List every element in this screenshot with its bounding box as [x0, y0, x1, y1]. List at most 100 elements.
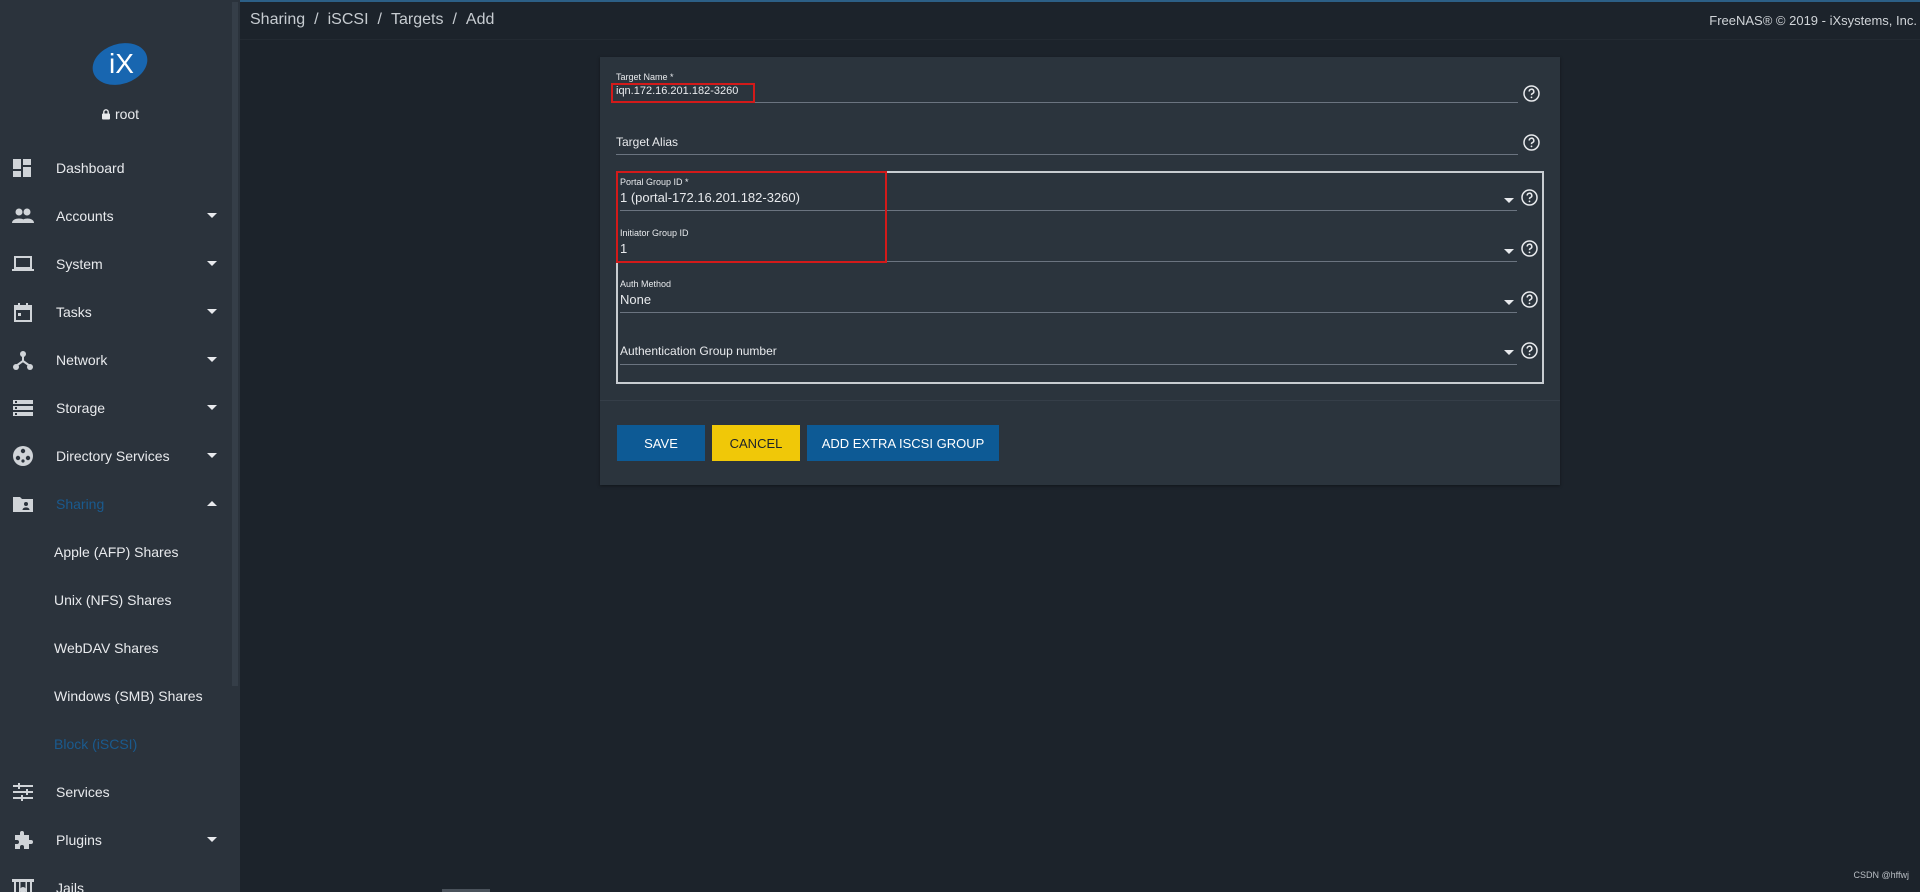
- dashboard-icon: [12, 158, 34, 178]
- breadcrumb-separator: /: [452, 11, 457, 28]
- chevron-down-icon: [1504, 249, 1514, 254]
- user-info: root: [0, 106, 240, 123]
- help-icon[interactable]: [1521, 342, 1538, 359]
- chevron-down-icon: [1504, 350, 1514, 355]
- sidebar-subitem-label: Block (iSCSI): [54, 736, 138, 752]
- target-name-underline: [616, 102, 1518, 103]
- auth-group-underline: [620, 364, 1517, 365]
- top-accent-line: [0, 0, 1920, 2]
- chevron-down-icon: [1504, 300, 1514, 305]
- portal-group-underline: [620, 210, 1517, 211]
- portal-group-label: Portal Group ID *: [620, 177, 689, 187]
- laptop-icon: [12, 254, 34, 274]
- sidebar-item-label: Plugins: [56, 832, 102, 848]
- help-icon[interactable]: [1523, 134, 1540, 151]
- sidebar-item-label: Services: [56, 784, 110, 800]
- puzzle-icon: [12, 830, 34, 850]
- breadcrumb-separator: /: [377, 11, 382, 28]
- sidebar-subitem-label: Unix (NFS) Shares: [54, 592, 172, 608]
- chevron-down-icon: [207, 357, 217, 362]
- chevron-down-icon: [207, 213, 217, 218]
- card-divider: [600, 400, 1560, 401]
- sidebar-item-services[interactable]: Services: [0, 768, 240, 816]
- sidebar-item-sharing[interactable]: Sharing: [0, 480, 240, 528]
- sidebar-item-dashboard[interactable]: Dashboard: [0, 144, 240, 192]
- sidebar-item-directory-services[interactable]: Directory Services: [0, 432, 240, 480]
- network-icon: [12, 350, 34, 370]
- auth-method-select[interactable]: Auth Method None: [620, 279, 1517, 319]
- folder-shared-icon: [12, 494, 34, 514]
- sidebar-item-jails[interactable]: Jails: [0, 864, 240, 892]
- sidebar-subitem-smb[interactable]: Windows (SMB) Shares: [0, 672, 240, 720]
- auth-method-value: None: [620, 292, 652, 307]
- auth-group-select[interactable]: Authentication Group number: [620, 330, 1517, 370]
- sidebar-subitem-afp[interactable]: Apple (AFP) Shares: [0, 528, 240, 576]
- accounts-icon: [12, 206, 34, 226]
- sidebar-item-plugins[interactable]: Plugins: [0, 816, 240, 864]
- breadcrumb-item[interactable]: Sharing: [250, 11, 305, 28]
- sidebar-nav: Dashboard Accounts System Tasks Network …: [0, 144, 240, 892]
- breadcrumb-separator: /: [314, 11, 319, 28]
- topbar-divider: [240, 39, 1920, 40]
- sidebar-item-label: Storage: [56, 400, 106, 416]
- storage-icon: [12, 398, 34, 418]
- sidebar-item-network[interactable]: Network: [0, 336, 240, 384]
- sidebar-subitem-webdav[interactable]: WebDAV Shares: [0, 624, 240, 672]
- sidebar: iX root Dashboard Accounts System Tasks …: [0, 0, 240, 892]
- tune-icon: [12, 782, 34, 802]
- initiator-group-label: Initiator Group ID: [620, 228, 689, 238]
- chevron-down-icon: [207, 309, 217, 314]
- sidebar-item-label: Sharing: [56, 496, 105, 512]
- target-name-label: Target Name *: [616, 72, 674, 82]
- sidebar-item-label: Network: [56, 352, 108, 368]
- sidebar-item-label: Accounts: [56, 208, 114, 224]
- directory-icon: [12, 446, 34, 466]
- sidebar-subitem-nfs[interactable]: Unix (NFS) Shares: [0, 576, 240, 624]
- sidebar-item-label: Directory Services: [56, 448, 170, 464]
- initiator-group-underline: [620, 261, 1517, 262]
- help-icon[interactable]: [1521, 240, 1538, 257]
- portal-group-select[interactable]: Portal Group ID * 1 (portal-172.16.201.1…: [620, 177, 1517, 217]
- sidebar-item-accounts[interactable]: Accounts: [0, 192, 240, 240]
- initiator-group-select[interactable]: Initiator Group ID 1: [620, 228, 1517, 268]
- chevron-down-icon: [207, 837, 217, 842]
- help-icon[interactable]: [1521, 189, 1538, 206]
- sidebar-item-label: Jails: [56, 880, 85, 892]
- sidebar-subitem-label: WebDAV Shares: [54, 640, 159, 656]
- watermark: CSDN @hffwj: [1853, 870, 1909, 880]
- target-alias-underline: [616, 154, 1518, 155]
- sidebar-subitem-label: Windows (SMB) Shares: [54, 688, 203, 704]
- copyright-text: FreeNAS® © 2019 - iXsystems, Inc.: [1709, 13, 1917, 28]
- chevron-down-icon: [207, 261, 217, 266]
- svg-text:iX: iX: [109, 48, 134, 79]
- sidebar-item-label: Dashboard: [56, 160, 125, 176]
- target-name-field[interactable]: Target Name * iqn.172.16.201.182-3260: [616, 72, 1541, 122]
- sidebar-item-label: System: [56, 256, 103, 272]
- sidebar-item-storage[interactable]: Storage: [0, 384, 240, 432]
- sidebar-subitem-label: Apple (AFP) Shares: [54, 544, 179, 560]
- auth-group-placeholder: Authentication Group number: [620, 344, 777, 358]
- sidebar-item-system[interactable]: System: [0, 240, 240, 288]
- help-icon[interactable]: [1523, 85, 1540, 102]
- lock-icon: [101, 107, 111, 123]
- breadcrumb-item-current: Add: [465, 11, 495, 28]
- help-icon[interactable]: [1521, 291, 1538, 308]
- breadcrumb-item[interactable]: iSCSI: [328, 11, 369, 28]
- breadcrumb: Sharing / iSCSI / Targets / Add: [250, 11, 494, 29]
- calendar-icon: [12, 302, 34, 322]
- auth-method-label: Auth Method: [620, 279, 672, 289]
- chevron-up-icon: [207, 501, 217, 506]
- cancel-button[interactable]: CANCEL: [712, 425, 800, 461]
- sidebar-item-tasks[interactable]: Tasks: [0, 288, 240, 336]
- save-button[interactable]: SAVE: [617, 425, 705, 461]
- target-alias-field[interactable]: Target Alias: [616, 135, 1518, 171]
- iscsi-group-box: Portal Group ID * 1 (portal-172.16.201.1…: [616, 171, 1544, 384]
- target-name-input[interactable]: iqn.172.16.201.182-3260: [616, 85, 738, 97]
- sidebar-item-label: Tasks: [56, 304, 92, 320]
- add-extra-iscsi-group-button[interactable]: ADD EXTRA ISCSI GROUP: [807, 425, 999, 461]
- chevron-down-icon: [207, 453, 217, 458]
- ix-logo: iX: [92, 40, 148, 88]
- username: root: [114, 106, 140, 122]
- breadcrumb-item[interactable]: Targets: [391, 11, 443, 28]
- sidebar-subitem-iscsi[interactable]: Block (iSCSI): [0, 720, 240, 768]
